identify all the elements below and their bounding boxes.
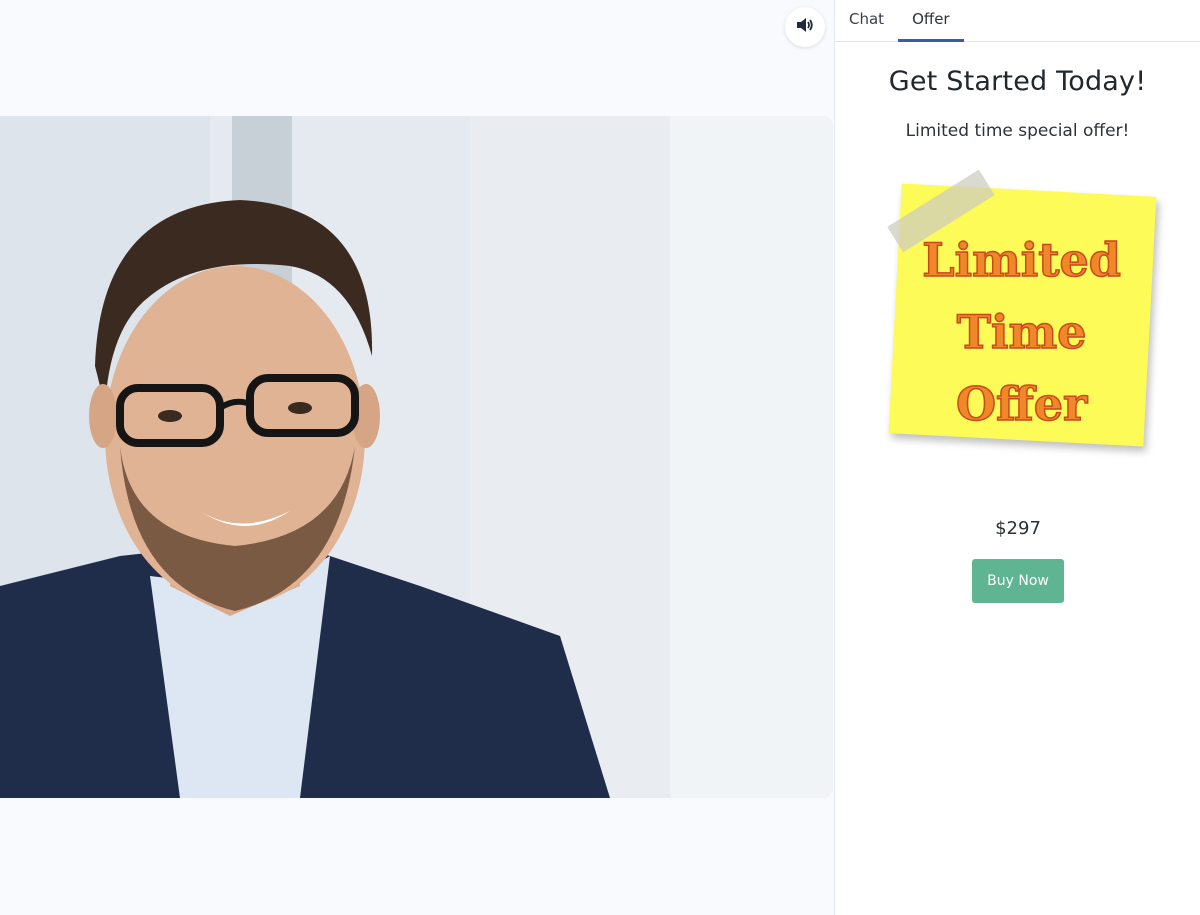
speaker-volume-icon [796, 17, 814, 37]
panel-tabs: Chat Offer [835, 0, 1200, 42]
limited-offer-sticky-note: Limited Time Offer [887, 168, 1167, 468]
presenter-video[interactable] [0, 116, 833, 798]
sticky-note-line: Offer [955, 376, 1088, 432]
sticky-note-line: Time [956, 304, 1087, 360]
offer-title: Get Started Today! [888, 66, 1147, 97]
presenter-image [0, 116, 833, 798]
buy-now-button[interactable]: Buy Now [972, 559, 1064, 603]
video-stage [0, 0, 834, 915]
offer-subtitle: Limited time special offer! [905, 121, 1130, 141]
tab-chat[interactable]: Chat [835, 0, 898, 42]
offer-price: $297 [995, 518, 1041, 539]
tab-offer[interactable]: Offer [898, 0, 964, 42]
sound-toggle-button[interactable] [785, 7, 825, 47]
sticky-note-line: Limited [922, 232, 1122, 287]
side-panel: Chat Offer Get Started Today! Limited ti… [834, 0, 1200, 915]
sticky-note-text: Limited Time Offer [894, 224, 1149, 440]
